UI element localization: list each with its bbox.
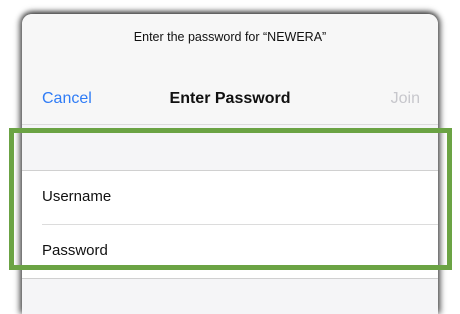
password-dialog: Enter the password for “NEWERA” Cancel E… <box>22 14 438 314</box>
username-label: Username <box>42 188 112 205</box>
username-row[interactable]: Username <box>22 171 438 225</box>
username-field[interactable] <box>152 179 426 217</box>
dialog-title: Enter Password <box>169 90 291 107</box>
network-prompt: Enter the password for “NEWERA” <box>133 30 327 44</box>
password-label: Password <box>42 242 108 259</box>
join-button[interactable]: Join <box>391 90 420 108</box>
password-field[interactable] <box>152 233 426 271</box>
credentials-form: Username Password <box>22 170 438 279</box>
dialog-header: Enter the password for “NEWERA” Cancel E… <box>22 14 438 125</box>
password-row[interactable]: Password <box>22 225 438 278</box>
